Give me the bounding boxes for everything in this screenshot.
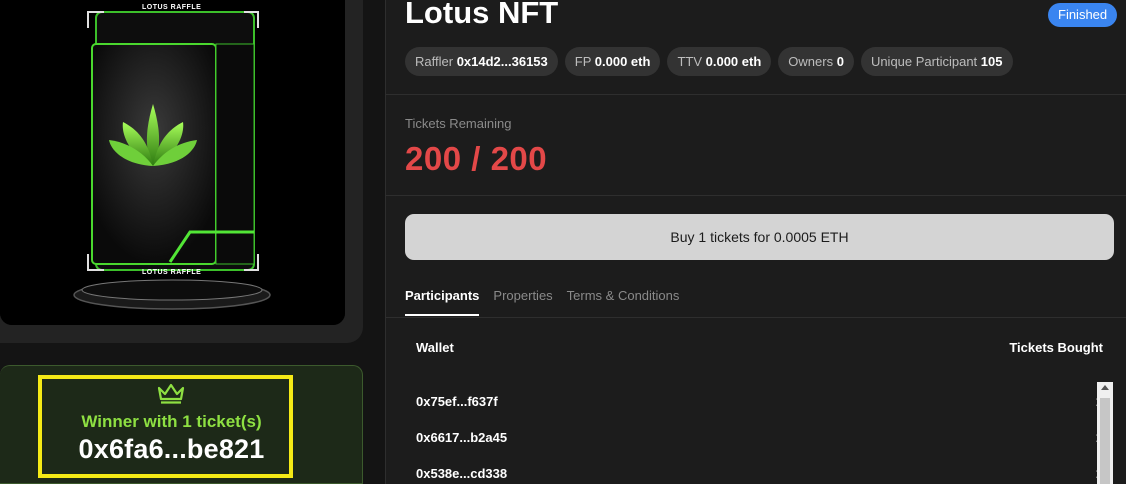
tab-bar: Participants Properties Terms & Conditio… (405, 282, 693, 318)
chip-unique-participant: Unique Participant 105 (860, 47, 1013, 76)
chip-ttv: TTV 0.000 eth (667, 47, 772, 76)
chip-fp-label: FP (574, 54, 592, 69)
table-row: 0x75ef...f637f 1 (416, 394, 1103, 430)
scrollbar[interactable] (1097, 382, 1113, 484)
divider (386, 195, 1126, 196)
page-title: Lotus NFT (405, 0, 559, 30)
winner-address[interactable]: 0x6fa6...be821 (0, 434, 343, 465)
tab-properties[interactable]: Properties (493, 282, 552, 316)
row-wallet[interactable]: 0x75ef...f637f (416, 394, 498, 409)
status-badge: Finished (1048, 3, 1118, 27)
tab-terms-conditions[interactable]: Terms & Conditions (567, 282, 680, 316)
scroll-thumb[interactable] (1100, 398, 1110, 484)
divider (386, 317, 1126, 318)
row-wallet[interactable]: 0x538e...cd338 (416, 466, 507, 481)
chip-floor-price: FP 0.000 eth (564, 47, 661, 76)
winner-label: Winner with 1 ticket(s) (81, 412, 262, 431)
table-row: 0x6617...b2a45 1 (416, 430, 1103, 466)
chip-fp-value: 0.000 eth (594, 54, 651, 69)
chip-raffler-value: 0x14d2...36153 (456, 54, 548, 69)
chip-unique-label: Unique Participant (870, 54, 978, 69)
divider (386, 94, 1126, 95)
tickets-remaining-value: 200 / 200 (405, 140, 548, 177)
chip-owners-value: 0 (836, 54, 844, 69)
tickets-remaining-label: Tickets Remaining (405, 116, 512, 131)
chip-ttv-value: 0.000 eth (705, 54, 762, 69)
chip-ttv-label: TTV (677, 54, 702, 69)
nft-image-bottom-text: LOTUS RAFFLE (142, 269, 202, 276)
tab-participants[interactable]: Participants (405, 282, 480, 316)
nft-card: LOTUS RAFFLE LOTUS RAFFLE (0, 0, 363, 343)
column-header-wallet: Wallet (416, 340, 454, 355)
crown-icon (157, 383, 185, 404)
chip-owners: Owners 0 (778, 47, 854, 76)
left-column: LOTUS RAFFLE LOTUS RAFFLE Winner with 1 … (0, 0, 385, 484)
chip-owners-label: Owners (788, 54, 834, 69)
chip-raffler-label: Raffler (415, 54, 454, 69)
nft-image-top-text: LOTUS RAFFLE (142, 4, 202, 11)
nft-image: LOTUS RAFFLE LOTUS RAFFLE (0, 0, 345, 325)
scroll-up-arrow-icon[interactable] (1101, 385, 1109, 390)
participants-table: 0x75ef...f637f 1 0x6617...b2a45 1 0x538e… (416, 394, 1103, 484)
chip-raffler[interactable]: Raffler 0x14d2...36153 (405, 47, 558, 76)
chip-unique-value: 105 (980, 54, 1003, 69)
right-column: Lotus NFT Finished Raffler 0x14d2...3615… (385, 0, 1126, 484)
table-row: 0x538e...cd338 1 (416, 466, 1103, 484)
column-header-tickets: Tickets Bought (1009, 340, 1103, 355)
row-wallet[interactable]: 0x6617...b2a45 (416, 430, 507, 445)
stats-chips: Raffler 0x14d2...36153 FP 0.000 eth TTV … (405, 47, 1013, 76)
buy-tickets-button[interactable]: Buy 1 tickets for 0.0005 ETH (405, 214, 1114, 260)
